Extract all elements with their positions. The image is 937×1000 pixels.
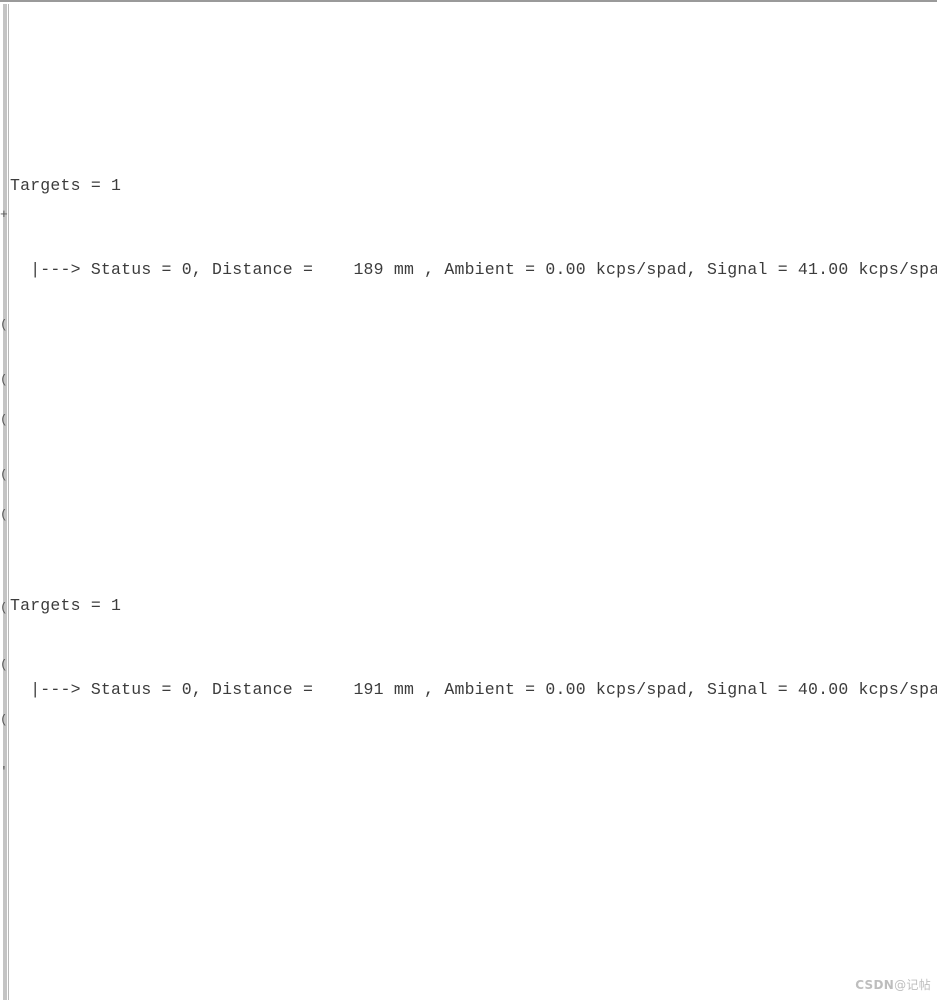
targets-line: Targets = 1 bbox=[10, 596, 122, 615]
gutter-artifact: ( bbox=[0, 602, 8, 614]
block-separator bbox=[10, 396, 937, 424]
log-block: Targets = 1 |---> Status = 0, Distance =… bbox=[10, 116, 937, 340]
watermark-handle: @记帖 bbox=[894, 978, 931, 992]
measurement-line: |---> Status = 0, Distance = 189 mm , Am… bbox=[10, 260, 937, 279]
gutter-artifact: ( bbox=[0, 659, 8, 671]
measurement-line: |---> Status = 0, Distance = 191 mm , Am… bbox=[10, 680, 937, 699]
csdn-watermark: CSDN@记帖 bbox=[855, 976, 931, 993]
log-block: Targets = 1 |---> Status = 0, Distance =… bbox=[10, 536, 937, 760]
watermark-brand: CSDN bbox=[855, 978, 895, 992]
vertical-scrollbar[interactable]: + ( ( ( ( ( ( ( ( ' bbox=[0, 4, 9, 1000]
log-output-area[interactable]: Targets = 1 |---> Status = 0, Distance =… bbox=[10, 4, 937, 1000]
gutter-artifact: ( bbox=[0, 714, 8, 726]
log-block: Targets = 1 |---> Status = 0, Distance =… bbox=[10, 956, 937, 1000]
gutter-artifact: ( bbox=[0, 469, 8, 481]
targets-line: Targets = 1 bbox=[10, 176, 122, 195]
gutter-artifact: ( bbox=[0, 319, 8, 331]
gutter-artifact: ' bbox=[0, 766, 8, 778]
gutter-artifact: ( bbox=[0, 374, 8, 386]
scrollbar-thumb[interactable] bbox=[3, 4, 7, 1000]
serial-console-window: + ( ( ( ( ( ( ( ( ' Targets = 1 |---> St… bbox=[0, 0, 937, 1000]
block-separator bbox=[10, 816, 937, 844]
gutter-artifact: + bbox=[0, 209, 8, 221]
gutter-artifact: ( bbox=[0, 414, 8, 426]
gutter-artifact: ( bbox=[0, 509, 8, 521]
